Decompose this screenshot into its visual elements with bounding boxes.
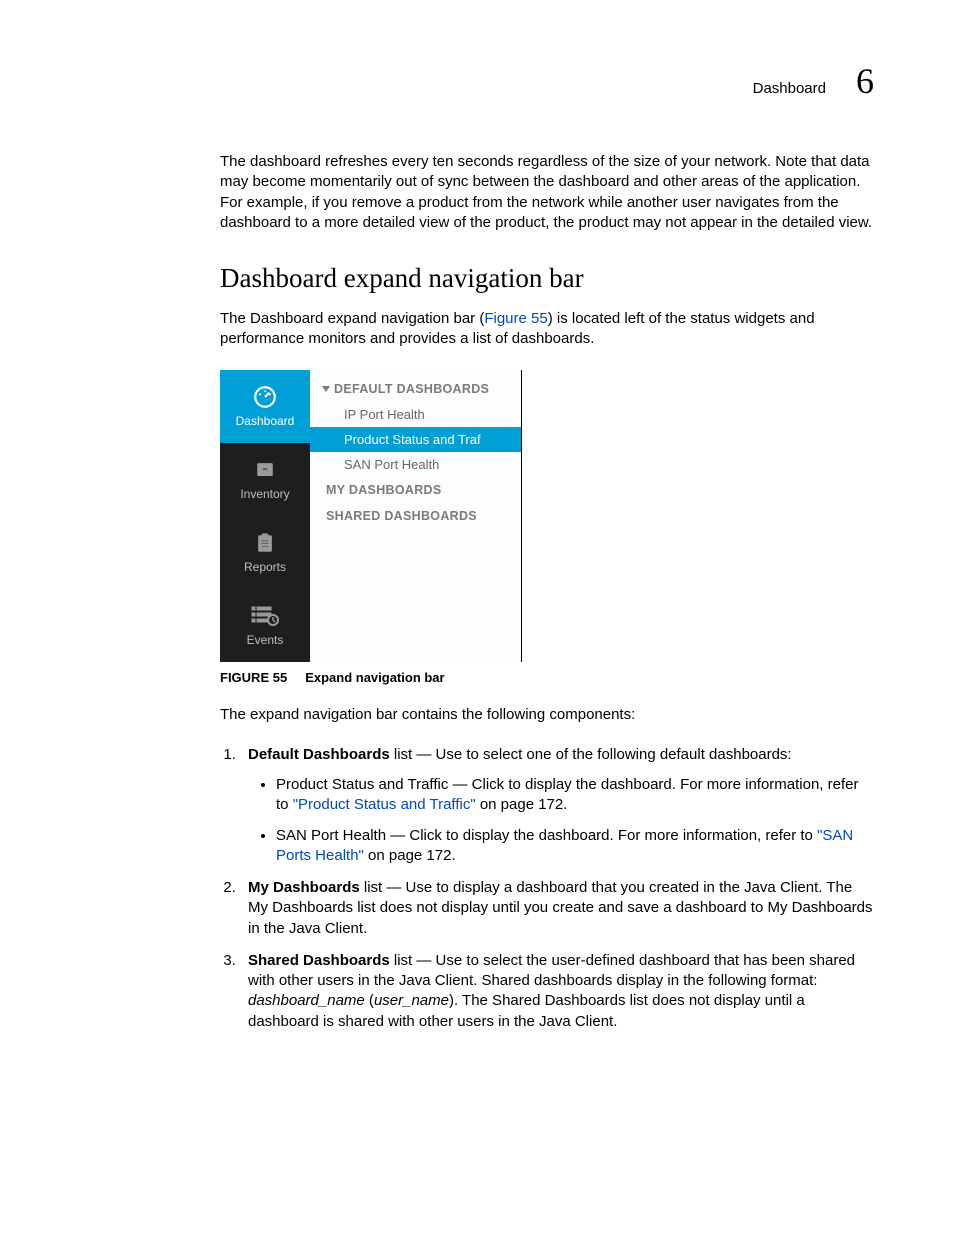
bold-term: Default Dashboards [248,746,390,763]
figure-reference-link[interactable]: Figure 55 [484,310,547,327]
nav-item-inventory[interactable]: Inventory [220,443,310,516]
nav-sidebar: Dashboard Inventory Reports Events [220,370,310,662]
group-default-dashboards[interactable]: DEFAULT DASHBOARDS [310,376,521,402]
components-list: Default Dashboards list — Use to select … [220,745,874,1032]
figure-55: Dashboard Inventory Reports Events [220,370,522,662]
nav-label: Events [247,633,284,647]
intro-paragraph: The dashboard refreshes every ten second… [220,152,874,233]
bullet-text: on page 172. [364,847,456,864]
bullet-text: on page 172. [476,796,568,813]
events-list-icon [251,603,279,629]
section-lead-text-1: The Dashboard expand navigation bar ( [220,310,484,327]
bullet-text: SAN Port Health — Click to display the d… [276,827,817,844]
nav-item-reports[interactable]: Reports [220,516,310,589]
figure-caption-text: Expand navigation bar [305,670,444,685]
bullet-item: SAN Port Health — Click to display the d… [276,826,874,867]
figure-number: FIGURE 55 [220,670,287,685]
page-header: Dashboard 6 [220,60,874,102]
nav-label: Reports [244,560,286,574]
group-my-dashboards[interactable]: MY DASHBOARDS [310,477,521,503]
after-figure-text: The expand navigation bar contains the f… [220,705,874,725]
figure-caption: FIGURE 55 Expand navigation bar [220,670,874,685]
list-item: Shared Dashboards list — Use to select t… [240,951,874,1032]
list-text: list — Use to select one of the followin… [390,746,792,763]
list-item: My Dashboards list — Use to display a da… [240,878,874,939]
nav-item-events[interactable]: Events [220,589,310,662]
gauge-icon [251,384,279,410]
expand-panel: DEFAULT DASHBOARDS IP Port Health Produc… [310,370,521,662]
list-text: ( [365,992,374,1009]
list-item: Default Dashboards list — Use to select … [240,745,874,866]
section-heading: Dashboard expand navigation bar [220,263,874,294]
nav-label: Dashboard [236,414,295,428]
italic-term: dashboard_name [248,992,365,1009]
sub-bullets: Product Status and Traffic — Click to di… [248,775,874,866]
header-section-label: Dashboard [753,80,826,97]
dash-item-product-status[interactable]: Product Status and Traf [310,427,521,452]
chevron-down-icon [322,386,330,392]
dash-item-ip-port-health[interactable]: IP Port Health [310,402,521,427]
drawer-icon [251,457,279,483]
bullet-item: Product Status and Traffic — Click to di… [276,775,874,816]
clipboard-icon [251,530,279,556]
header-chapter-number: 6 [856,60,874,102]
group-label: DEFAULT DASHBOARDS [334,382,489,396]
dash-item-san-port-health[interactable]: SAN Port Health [310,452,521,477]
bold-term: My Dashboards [248,879,360,896]
nav-item-dashboard[interactable]: Dashboard [220,370,310,443]
group-shared-dashboards[interactable]: SHARED DASHBOARDS [310,503,521,529]
section-lead: The Dashboard expand navigation bar (Fig… [220,309,874,350]
xref-product-status[interactable]: "Product Status and Traffic" [293,796,476,813]
italic-term: user_name [374,992,449,1009]
nav-label: Inventory [240,487,289,501]
bold-term: Shared Dashboards [248,952,390,969]
